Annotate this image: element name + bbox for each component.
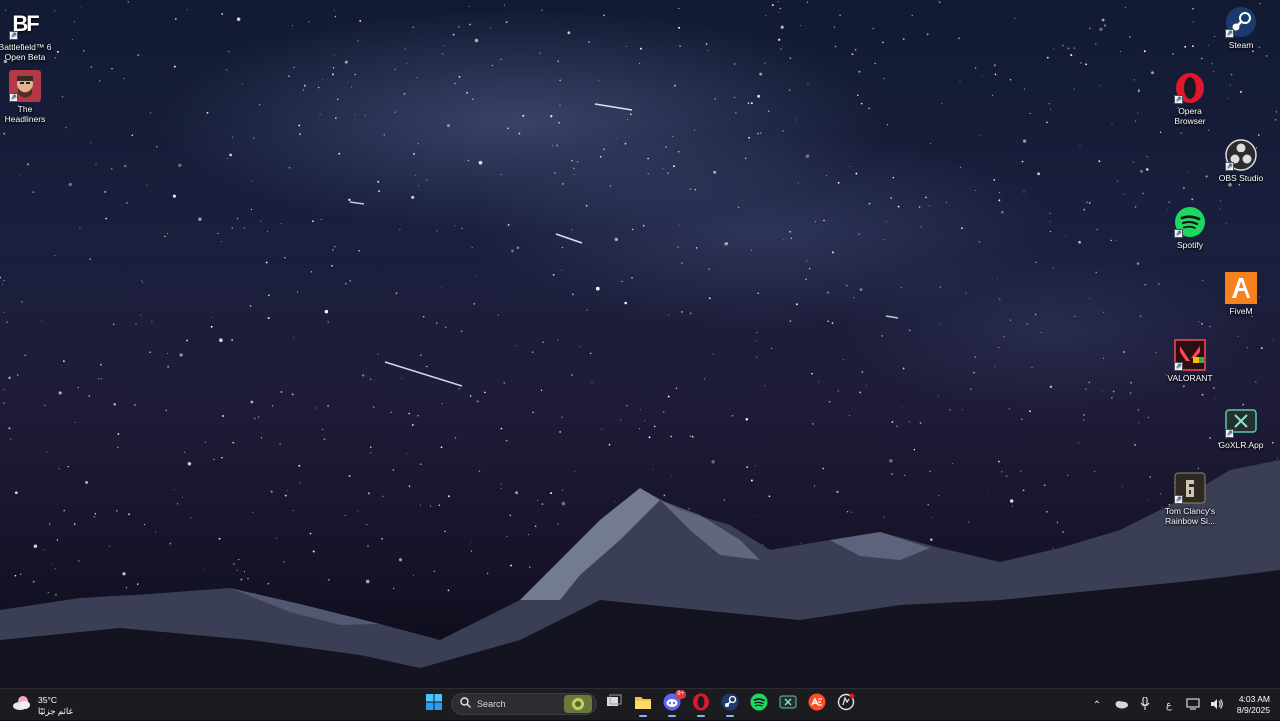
desktop-icon-label: VALORANT <box>1167 373 1213 383</box>
taskbar-steam[interactable] <box>718 692 742 717</box>
steam-icon: ↗ <box>1225 6 1257 38</box>
clock-date: 8/9/2025 <box>1236 705 1270 715</box>
spotify-icon: ↗ <box>1174 206 1206 238</box>
shortcut-arrow-icon: ↗ <box>9 93 18 102</box>
start-icon <box>426 693 442 715</box>
desktop-icon-label: Tom Clancy's <box>1164 506 1216 516</box>
start-button[interactable] <box>422 692 446 716</box>
search-highlight-icon <box>564 695 592 718</box>
clock-time: 4:03 AM <box>1238 694 1270 704</box>
desktop-icon-label: Rainbow Si... <box>1164 516 1216 526</box>
discord-notification-badge: 9+ <box>675 690 686 699</box>
shortcut-arrow-icon: ↗ <box>1174 95 1183 104</box>
system-tray: ⌃ ع 4:03 AM 8/9/2025 <box>1089 689 1270 721</box>
shortcut-arrow-icon: ↗ <box>9 31 18 40</box>
search-label: Search <box>477 699 506 709</box>
ea-icon <box>808 693 826 716</box>
desktop-icon-steam[interactable]: ↗ Steam <box>1208 6 1274 50</box>
shortcut-arrow-icon: ↗ <box>1225 29 1234 38</box>
network-icon[interactable] <box>1185 697 1201 713</box>
desktop-icon-opera[interactable]: ↗ Opera Browser <box>1157 72 1223 126</box>
taskbar-clock[interactable]: 4:03 AM 8/9/2025 <box>1237 694 1270 716</box>
obs-icon: ↗ <box>1225 139 1257 171</box>
shortcut-arrow-icon: ↗ <box>1174 362 1183 371</box>
desktop-icon-label: The <box>17 104 33 114</box>
shortcut-arrow-icon: ↗ <box>1225 162 1234 171</box>
taskbar-goxlr[interactable] <box>776 692 800 716</box>
opera-icon: ↗ <box>1174 72 1206 104</box>
desktop-icon-label: GoXLR App <box>1218 440 1264 450</box>
taskbar-search[interactable]: Search <box>451 693 597 715</box>
desktop-icon-obs[interactable]: ↗ OBS Studio <box>1208 139 1274 183</box>
desktop-icon-label: Headliners <box>4 114 46 124</box>
desktop-icon-valorant[interactable]: ↗ VALORANT <box>1157 339 1223 383</box>
input-language-indicator[interactable]: ع <box>1161 700 1177 711</box>
shortcut-arrow-icon: ↗ <box>1225 429 1234 438</box>
shortcut-arrow-icon: ↗ <box>1174 229 1183 238</box>
desktop-icon-label: Steam <box>1228 40 1254 50</box>
steam-icon <box>721 693 739 716</box>
rainbow-six-icon: ↗ <box>1174 472 1206 504</box>
taskbar-file-explorer[interactable] <box>631 692 655 717</box>
desktop-icon-rainbow-six[interactable]: ↗ Tom Clancy's Rainbow Si... <box>1157 472 1223 526</box>
opera-icon <box>692 693 710 716</box>
weather-icon <box>12 693 32 718</box>
desktop-icon-headliners[interactable]: ↗ The Headliners <box>0 70 58 124</box>
taskbar: 35°C غائم جزئيًا Search 9+ ⌃ ع 4:03 AM 8… <box>0 688 1280 720</box>
desktop-icon-label: Battlefield™ 6 <box>0 42 52 52</box>
battlefield-icon: BF ↗ <box>9 11 40 40</box>
rockstar-icon <box>837 693 855 716</box>
mountains <box>0 103 1280 688</box>
onedrive-icon[interactable] <box>1113 699 1129 712</box>
fivem-icon <box>1225 272 1257 304</box>
chevron-up-icon[interactable]: ⌃ <box>1089 700 1105 711</box>
desktop-icon-label: Browser <box>1174 116 1206 126</box>
microphone-icon[interactable] <box>1137 696 1153 713</box>
desktop-wallpaper <box>0 0 1280 688</box>
goxlr-icon <box>779 694 797 715</box>
task-view-icon <box>606 694 622 715</box>
desktop-icon-spotify[interactable]: ↗ Spotify <box>1157 206 1223 250</box>
valorant-icon: ↗ <box>1174 339 1206 371</box>
taskbar-opera[interactable] <box>689 692 713 717</box>
spotify-icon <box>750 693 768 716</box>
desktop-icon-label: Open Beta <box>4 52 46 62</box>
desktop-icon-label: Spotify <box>1177 240 1203 250</box>
weather-description: غائم جزئيًا <box>38 705 73 716</box>
goxlr-icon: ↗ <box>1225 406 1257 438</box>
headliners-icon: ↗ <box>9 70 41 102</box>
volume-icon[interactable] <box>1209 698 1225 713</box>
search-icon <box>460 695 471 713</box>
taskbar-discord[interactable]: 9+ <box>660 690 686 717</box>
desktop-icon-label: FiveM <box>1229 306 1253 316</box>
desktop-icon-goxlr[interactable]: ↗ GoXLR App <box>1208 406 1274 450</box>
shortcut-arrow-icon: ↗ <box>1174 495 1183 504</box>
desktop-icon-label: OBS Studio <box>1218 173 1264 183</box>
task-view-button[interactable] <box>602 692 626 716</box>
taskbar-spotify[interactable] <box>747 692 771 716</box>
desktop-icon-fivem[interactable]: FiveM <box>1208 272 1274 316</box>
file-explorer-icon <box>634 694 652 715</box>
desktop-icon-battlefield[interactable]: BF ↗ Battlefield™ 6 Open Beta <box>0 8 58 63</box>
weather-temperature: 35°C <box>38 694 57 705</box>
weather-widget[interactable]: 35°C غائم جزئيًا <box>12 693 73 718</box>
taskbar-rockstar[interactable] <box>834 692 858 716</box>
taskbar-ea[interactable] <box>805 692 829 716</box>
desktop-icon-label: Opera <box>1178 106 1202 116</box>
